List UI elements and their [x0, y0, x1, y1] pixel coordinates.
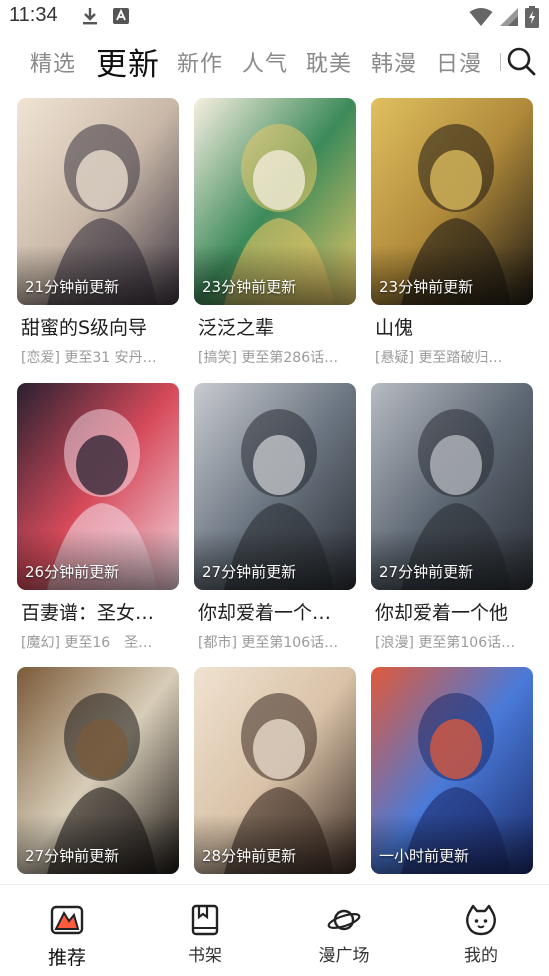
comic-title[interactable]: 你却爱着一个… — [198, 598, 356, 625]
comic-cover-image[interactable]: 27分钟前更新 — [371, 383, 533, 590]
nav-profile[interactable]: 我的 — [426, 885, 536, 976]
comic-cover-image[interactable]: 28分钟前更新 — [194, 667, 356, 874]
app-notification-icon — [113, 8, 129, 24]
nav-comic-plaza[interactable]: 漫广场 — [289, 885, 399, 976]
update-time-badge: 27分钟前更新 — [25, 847, 120, 865]
update-time-badge: 一小时前更新 — [379, 847, 470, 865]
update-time-badge: 27分钟前更新 — [379, 563, 474, 581]
comic-title[interactable]: 山傀 — [375, 313, 533, 340]
comic-cover-image[interactable]: 27分钟前更新 — [194, 383, 356, 590]
comic-update-info: [浪漫] 更至第106话… — [375, 635, 516, 651]
nav-label: 我的 — [464, 946, 498, 966]
comic-title[interactable]: 泛泛之辈 — [198, 313, 356, 340]
comic-title[interactable]: 百妻谱：圣女… — [21, 598, 179, 625]
comic-cover-image[interactable]: 23分钟前更新 — [371, 98, 533, 305]
nav-recommend[interactable]: 推荐 — [12, 885, 122, 976]
comic-update-info: [搞笑] 更至第286话… — [198, 350, 339, 366]
tab-bl[interactable]: 耽美 — [306, 46, 352, 78]
search-icon[interactable] — [506, 46, 536, 76]
comic-cover-image[interactable]: 一小时前更新 — [371, 667, 533, 874]
nav-label: 书架 — [188, 946, 222, 966]
status-time: 11:34 — [9, 4, 58, 26]
comic-title[interactable]: 甜蜜的S级向导 — [21, 313, 179, 340]
battery-charging-icon — [525, 6, 539, 28]
download-icon — [83, 8, 97, 25]
status-left-icons — [80, 6, 130, 26]
comic-cover-image[interactable]: 21分钟前更新 — [17, 98, 179, 305]
cell-signal-icon — [500, 8, 518, 26]
comic-cover-image[interactable]: 26分钟前更新 — [17, 383, 179, 590]
tab-new-works[interactable]: 新作 — [177, 46, 223, 78]
nav-bookshelf[interactable]: 书架 — [150, 885, 260, 976]
tab-popular[interactable]: 人气 — [242, 46, 288, 78]
bottom-nav: 推荐 书架 漫广场 我的 — [0, 884, 549, 976]
comic-update-info: [魔幻] 更至16 圣… — [21, 635, 153, 651]
update-time-badge: 27分钟前更新 — [202, 563, 297, 581]
nav-label: 漫广场 — [318, 946, 370, 966]
profile-icon — [466, 904, 496, 936]
update-time-badge: 28分钟前更新 — [202, 847, 297, 865]
tab-korean-manhwa[interactable]: 韩漫 — [371, 46, 417, 78]
update-time-badge: 23分钟前更新 — [202, 278, 297, 296]
comic-cover-image[interactable]: 27分钟前更新 — [17, 667, 179, 874]
update-time-badge: 26分钟前更新 — [25, 563, 120, 581]
category-tabs: 精选 更新 新作 人气 耽美 韩漫 日漫 — [0, 36, 549, 88]
comic-update-info: [都市] 更至第106话… — [198, 635, 339, 651]
tab-divider — [500, 53, 501, 71]
bookshelf-icon — [191, 904, 219, 936]
comic-update-info: [恋爱] 更至31 安丹… — [21, 350, 157, 366]
tab-featured[interactable]: 精选 — [30, 46, 76, 78]
wifi-icon — [469, 8, 493, 26]
comic-update-info: [悬疑] 更至踏破归… — [375, 350, 503, 366]
update-time-badge: 23分钟前更新 — [379, 278, 474, 296]
comic-cover-image[interactable]: 23分钟前更新 — [194, 98, 356, 305]
status-right-icons — [469, 6, 539, 28]
planet-icon — [327, 909, 361, 931]
recommend-icon — [50, 905, 84, 935]
update-time-badge: 21分钟前更新 — [25, 278, 120, 296]
status-bar: 11:34 — [0, 0, 549, 32]
tab-japanese-manga[interactable]: 日漫 — [436, 46, 482, 78]
nav-label: 推荐 — [47, 947, 86, 969]
tab-updates[interactable]: 更新 — [96, 39, 160, 84]
comic-title[interactable]: 你却爱着一个他 — [375, 598, 533, 625]
